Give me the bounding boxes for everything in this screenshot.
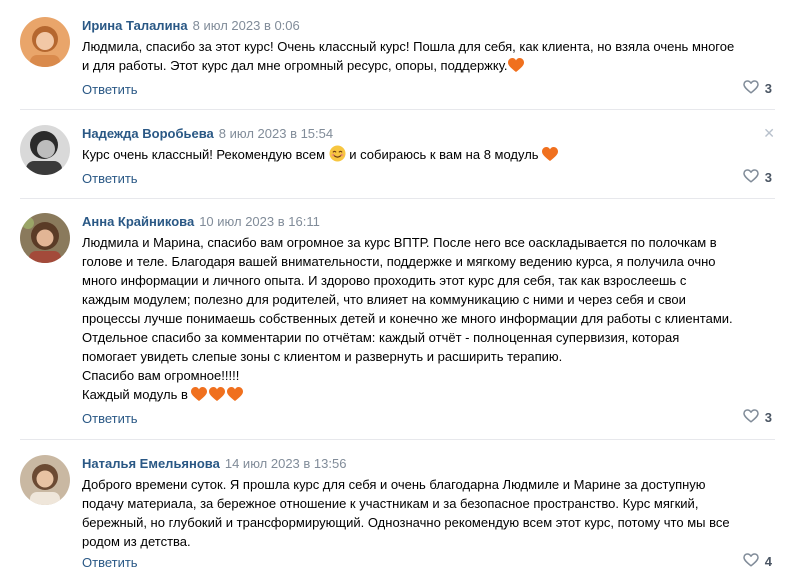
reply-button[interactable]: Ответить [82, 171, 138, 186]
text-line: Курс очень классный! Рекомендую всем [82, 147, 329, 162]
author-name[interactable]: Анна Крайникова [82, 214, 194, 229]
text-line: помогает увидеть слепые зоны с клиентом … [82, 349, 563, 364]
like-button[interactable]: 4 [743, 553, 772, 570]
text-line: Каждый модуль в [82, 387, 192, 402]
text-line: Людмила и Марина, спасибо вам огромное з… [82, 235, 717, 250]
close-icon[interactable]: ✕ [763, 126, 775, 140]
like-count: 4 [764, 554, 772, 569]
comments-feed: Ирина Талалина 8 июл 2023 в 0:06 Людмила,… [0, 0, 795, 586]
text-line: голове и теле. Благодаря вашей вниматель… [82, 254, 716, 269]
text-line: Спасибо вам огромное!!!!! [82, 368, 240, 383]
orange-heart-emoji [507, 58, 524, 78]
heart-outline-icon [743, 169, 759, 186]
text-line: и собираюсь к вам на 8 модуль [345, 147, 543, 162]
avatar[interactable] [20, 17, 70, 67]
comment-meta: Наталья Емельянова 14 июл 2023 в 13:56 [82, 455, 772, 473]
comment-footer: Ответить 3 [82, 169, 772, 189]
orange-heart-emoji [542, 147, 559, 167]
avatar[interactable] [20, 455, 70, 505]
divider [20, 439, 775, 440]
comment-meta: Ирина Талалина 8 июл 2023 в 0:06 [82, 17, 772, 35]
like-button[interactable]: 3 [743, 80, 772, 97]
reply-button[interactable]: Ответить [82, 555, 138, 570]
comment-date[interactable]: 8 июл 2023 в 0:06 [193, 18, 300, 33]
heart-outline-icon [743, 553, 759, 570]
divider [20, 109, 775, 110]
like-button[interactable]: 3 [743, 409, 772, 426]
comment-footer: Ответить 3 [82, 80, 772, 100]
text-line: процессы лучше понимаешь собственных дет… [82, 311, 733, 326]
avatar[interactable] [20, 213, 70, 263]
like-button[interactable]: 3 [743, 169, 772, 186]
comment-footer: Ответить 4 [82, 553, 772, 573]
text-line: Отдельное спасибо за комментарии по отчё… [82, 330, 680, 345]
comment-date[interactable]: 8 июл 2023 в 15:54 [219, 126, 333, 141]
orange-heart-emoji [191, 387, 208, 407]
text-line: Доброго времени суток. Я прошла курс для… [82, 477, 706, 492]
text-line: родом из детства. [82, 534, 191, 549]
like-count: 3 [764, 170, 772, 185]
orange-heart-emoji [227, 387, 244, 407]
text-line: бережный, но глубокий и трансформирующий… [82, 515, 730, 530]
like-count: 3 [764, 410, 772, 425]
text-line: Людмила, спасибо за этот курс! Очень кла… [82, 39, 735, 54]
divider [20, 198, 775, 199]
text-line: много информации и личного опыта. И здор… [82, 273, 687, 288]
text-line: каждым модулем; полезно для родителей, ч… [82, 292, 686, 307]
smiling-face-emoji [329, 145, 346, 167]
heart-outline-icon [743, 409, 759, 426]
author-name[interactable]: Надежда Воробьева [82, 126, 214, 141]
comment-date[interactable]: 10 июл 2023 в 16:11 [199, 214, 320, 229]
text-line: подачу материала, за бережное отношение … [82, 496, 699, 511]
comment-text: Людмила, спасибо за этот курс! Очень кла… [82, 37, 772, 78]
orange-heart-emoji [209, 387, 226, 407]
author-name[interactable]: Ирина Талалина [82, 18, 188, 33]
heart-outline-icon [743, 80, 759, 97]
comment-text: Доброго времени суток. Я прошла курс для… [82, 475, 772, 551]
like-count: 3 [764, 81, 772, 96]
comment-date[interactable]: 14 июл 2023 в 13:56 [225, 456, 347, 471]
author-name[interactable]: Наталья Емельянова [82, 456, 220, 471]
reply-button[interactable]: Ответить [82, 411, 138, 426]
comment-footer: Ответить 3 [82, 409, 772, 429]
comment-text: Курс очень классный! Рекомендую всем и с… [82, 145, 772, 167]
avatar[interactable] [20, 125, 70, 175]
comment-text: Людмила и Марина, спасибо вам огромное з… [82, 233, 772, 407]
text-line: и для работы. Этот курс дал мне огромный… [82, 58, 508, 73]
comment-meta: Надежда Воробьева 8 июл 2023 в 15:54 [82, 125, 772, 143]
reply-button[interactable]: Ответить [82, 82, 138, 97]
comment-meta: Анна Крайникова 10 июл 2023 в 16:11 [82, 213, 772, 231]
